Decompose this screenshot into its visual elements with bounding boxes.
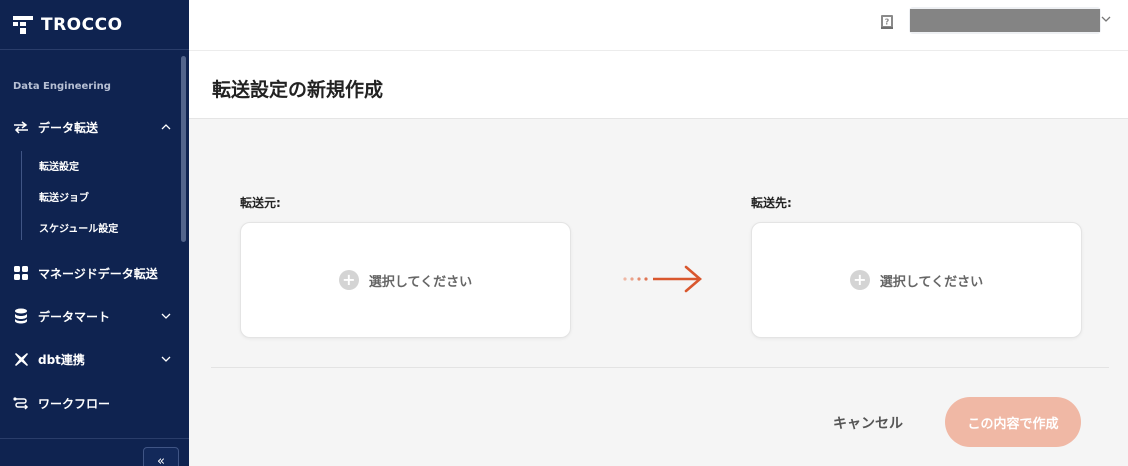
divider [211, 367, 1109, 368]
sidebar-item-label: データ転送 [38, 120, 99, 135]
page-title: 転送設定の新規作成 [212, 79, 384, 101]
user-name-redacted [910, 9, 1100, 32]
brand[interactable]: TROCCO [0, 0, 189, 50]
sidebar: TROCCO Data Engineering データ転送 転送設定 転送ジョブ… [0, 0, 189, 466]
page-header: 転送設定の新規作成 [189, 51, 1128, 119]
help-book-icon[interactable]: ? [879, 14, 895, 30]
database-icon [13, 308, 29, 324]
plus-icon: + [849, 270, 870, 290]
trocco-logo-icon [13, 15, 33, 34]
collapse-sidebar-button[interactable]: « [143, 447, 179, 466]
chevron-down-icon[interactable] [160, 348, 172, 370]
brand-name: TROCCO [41, 14, 123, 35]
grid-icon [13, 265, 29, 281]
section-label: Data Engineering [13, 81, 111, 92]
sidebar-subitem-transfer-jobs[interactable]: 転送ジョブ [39, 188, 89, 204]
sidebar-item-label: ワークフロー [38, 396, 111, 411]
create-button[interactable]: この内容で作成 [945, 397, 1081, 447]
top-header: ? [189, 0, 1128, 51]
source-placeholder: 選択してください [368, 274, 473, 290]
sidebar-item-label: データマート [38, 309, 111, 324]
arrow-right-icon [623, 265, 702, 293]
chevron-down-icon[interactable] [1101, 14, 1113, 26]
user-menu[interactable] [909, 7, 1101, 34]
sidebar-item-data-transfer[interactable]: データ転送 [13, 116, 98, 138]
sidebar-subitem-schedule-settings[interactable]: スケジュール設定 [39, 219, 118, 235]
sidebar-item-workflow[interactable]: ワークフロー [13, 392, 110, 414]
dbt-icon [13, 351, 29, 367]
destination-placeholder: 選択してください [879, 274, 984, 290]
sidebar-scrollbar[interactable] [181, 56, 186, 242]
sidebar-item-label: dbt連携 [38, 352, 85, 367]
source-select-card[interactable]: + 選択してください [240, 222, 571, 338]
destination-select-card[interactable]: + 選択してください [751, 222, 1082, 338]
submenu-line [21, 151, 22, 240]
plus-icon: + [338, 270, 359, 290]
sidebar-item-dbt[interactable]: dbt連携 [13, 348, 85, 370]
svg-text:?: ? [885, 18, 890, 27]
workflow-icon [13, 395, 29, 411]
chevron-down-icon[interactable] [160, 305, 172, 327]
sidebar-item-data-mart[interactable]: データマート [13, 305, 110, 327]
source-label: 転送元: [240, 196, 281, 210]
chevron-up-icon[interactable] [160, 116, 172, 138]
sidebar-item-managed-transfer[interactable]: マネージドデータ転送 [13, 262, 158, 284]
sidebar-item-label: マネージドデータ転送 [38, 266, 158, 281]
sidebar-subitem-transfer-settings[interactable]: 転送設定 [39, 157, 79, 173]
arrows-swap-icon [13, 119, 29, 135]
destination-label: 転送先: [751, 196, 792, 210]
cancel-button[interactable]: キャンセル [822, 410, 914, 436]
